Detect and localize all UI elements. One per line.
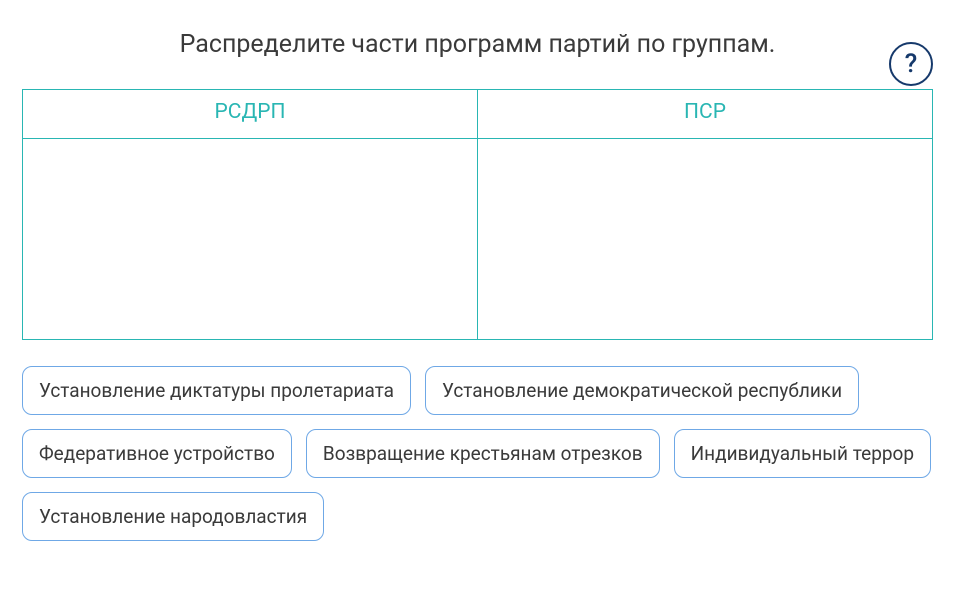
draggable-item[interactable]: Установление демократической республики	[425, 366, 859, 415]
draggable-item[interactable]: Индивидуальный террор	[674, 429, 931, 478]
group-header-rsdrp: РСДРП	[23, 90, 478, 139]
dropzone-rsdrp[interactable]	[23, 139, 478, 339]
dropzone-psr[interactable]	[478, 139, 932, 339]
draggable-item[interactable]: Возвращение крестьянам отрезков	[306, 429, 660, 478]
groups-header-row: РСДРП ПСР	[23, 90, 932, 139]
draggable-items-area: Установление диктатуры пролетариата Уста…	[22, 366, 933, 541]
exercise-container: Распределите части программ партий по гр…	[0, 0, 955, 561]
help-button[interactable]: ?	[889, 42, 933, 86]
draggable-item[interactable]: Федеративное устройство	[22, 429, 292, 478]
exercise-title: Распределите части программ партий по гр…	[22, 30, 933, 59]
header-row: Распределите части программ партий по гр…	[22, 30, 933, 59]
question-mark-icon: ?	[905, 51, 918, 77]
group-header-psr: ПСР	[478, 90, 932, 139]
groups-table: РСДРП ПСР	[22, 89, 933, 340]
draggable-item[interactable]: Установление диктатуры пролетариата	[22, 366, 411, 415]
draggable-item[interactable]: Установление народовластия	[22, 492, 324, 541]
groups-dropzone-row	[23, 139, 932, 339]
